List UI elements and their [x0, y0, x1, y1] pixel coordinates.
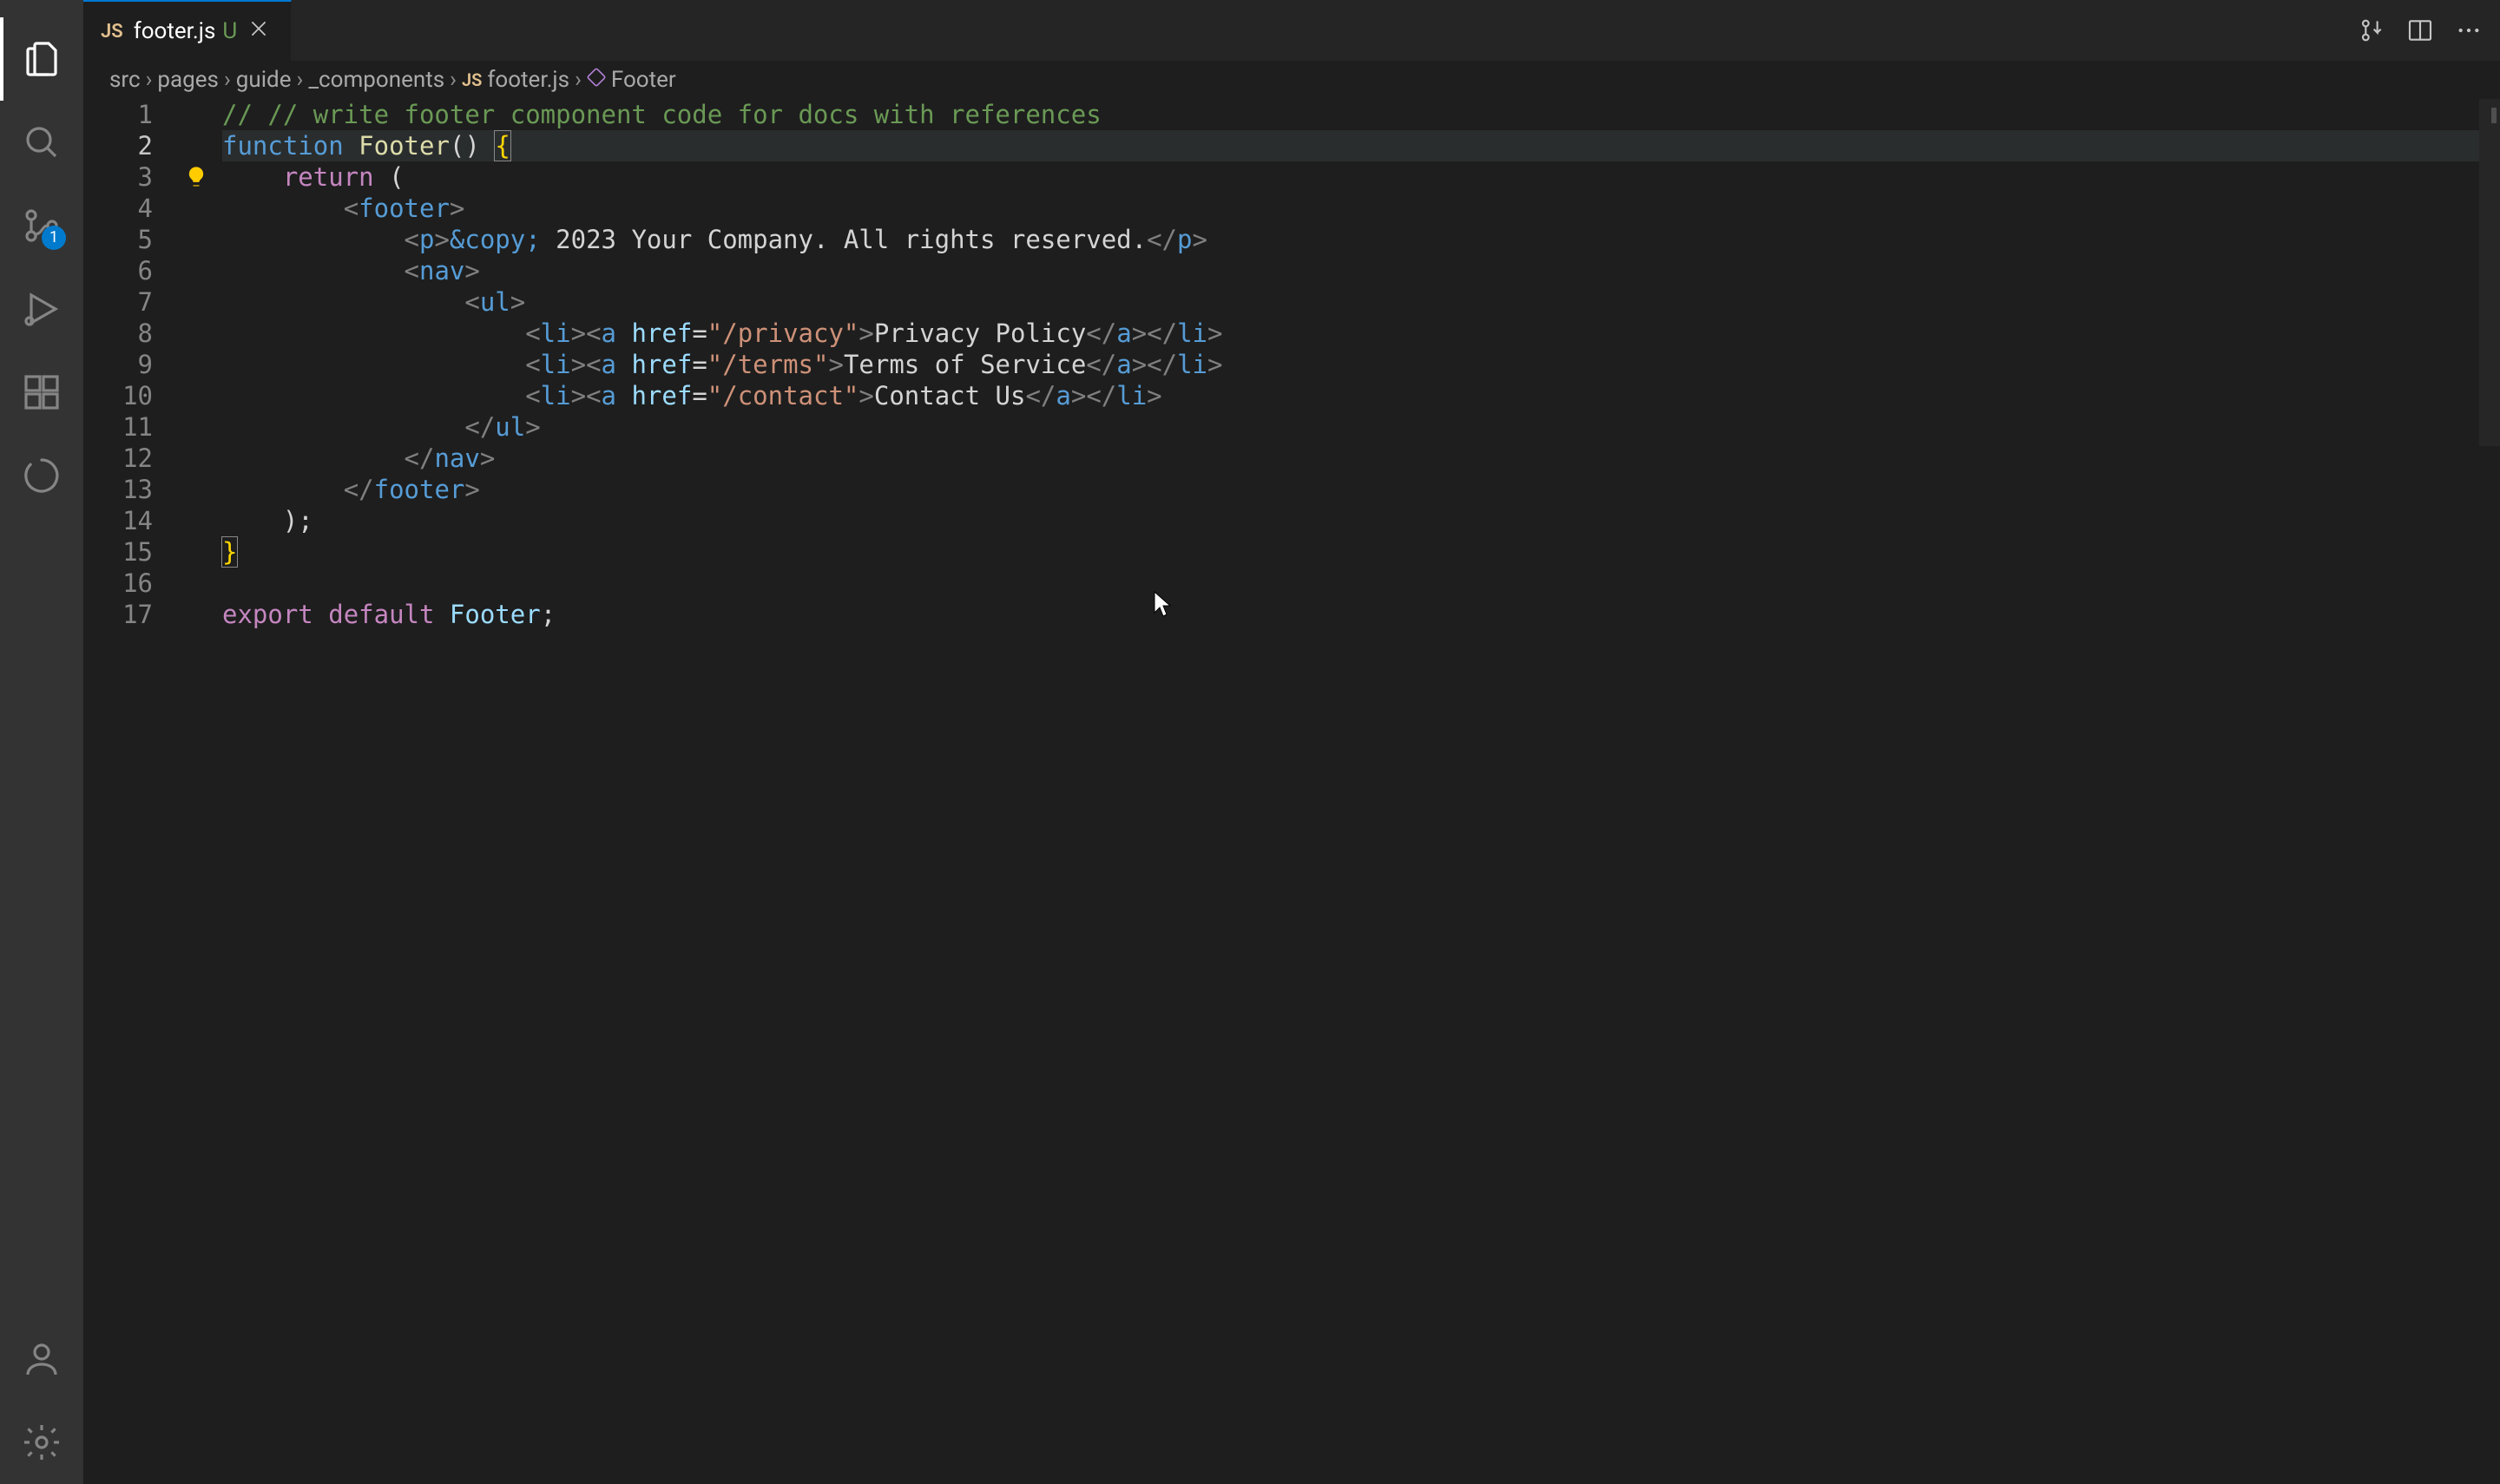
symbol-function-icon — [587, 67, 606, 93]
code-editor[interactable]: 1234567891011121314151617 // // write fo… — [83, 99, 2500, 1484]
lightbulb-icon[interactable] — [184, 165, 208, 189]
code-line[interactable]: <ul> — [222, 286, 2500, 318]
activity-search[interactable] — [0, 101, 83, 184]
code-line[interactable]: } — [222, 536, 2500, 568]
more-actions-button[interactable] — [2455, 16, 2483, 44]
line-number[interactable]: 3 — [83, 161, 153, 193]
activity-bar: 1 — [0, 0, 83, 1484]
code-line[interactable]: <li><a href="/contact">Contact Us</a></l… — [222, 380, 2500, 411]
glyph-margin — [179, 99, 222, 1484]
tab-close-button[interactable] — [247, 17, 270, 46]
breadcrumb-symbol[interactable]: Footer — [587, 67, 676, 93]
search-icon — [21, 121, 62, 163]
breadcrumb-guide[interactable]: guide — [236, 67, 292, 93]
activity-explorer[interactable] — [0, 17, 83, 101]
overview-ruler-mark — [2491, 108, 2497, 123]
line-number[interactable]: 13 — [83, 474, 153, 505]
activity-loading[interactable] — [0, 434, 83, 517]
tab-footer-js[interactable]: JS footer.js U — [83, 0, 292, 61]
code-line[interactable]: <nav> — [222, 255, 2500, 286]
breadcrumb-file[interactable]: JS footer.js — [462, 67, 569, 93]
code-line[interactable]: function Footer() { — [222, 130, 2500, 161]
line-number[interactable]: 16 — [83, 568, 153, 599]
tab-git-status: U — [222, 18, 237, 44]
line-number[interactable]: 2 — [83, 130, 153, 161]
chevron-right-icon: › — [450, 67, 457, 93]
line-number[interactable]: 7 — [83, 286, 153, 318]
activity-settings[interactable] — [0, 1401, 83, 1484]
line-number[interactable]: 12 — [83, 443, 153, 474]
line-number-gutter[interactable]: 1234567891011121314151617 — [83, 99, 179, 1484]
tabs-bar: JS footer.js U — [83, 0, 2500, 61]
activity-scm[interactable]: 1 — [0, 184, 83, 267]
code-line[interactable]: </nav> — [222, 443, 2500, 474]
breadcrumbs[interactable]: src › pages › guide › _components › JS f… — [83, 61, 2500, 99]
breadcrumb-pages[interactable]: pages — [157, 67, 219, 93]
code-line[interactable]: export default Footer; — [222, 599, 2500, 630]
breadcrumb-src[interactable]: src — [109, 67, 141, 93]
compare-icon — [2358, 16, 2385, 44]
account-icon — [21, 1338, 62, 1380]
line-number[interactable]: 1 — [83, 99, 153, 130]
code-line[interactable]: </footer> — [222, 474, 2500, 505]
breadcrumb-components[interactable]: _components — [308, 67, 444, 93]
line-number[interactable]: 8 — [83, 318, 153, 349]
code-line[interactable]: <p>&copy; 2023 Your Company. All rights … — [222, 224, 2500, 255]
js-file-icon: JS — [462, 69, 482, 90]
code-line[interactable]: <li><a href="/terms">Terms of Service</a… — [222, 349, 2500, 380]
tab-filename: footer.js — [134, 18, 216, 44]
line-number[interactable]: 15 — [83, 536, 153, 568]
activity-extensions[interactable] — [0, 351, 83, 434]
code-line[interactable]: ); — [222, 505, 2500, 536]
chevron-right-icon: › — [575, 67, 582, 93]
minimap[interactable] — [2479, 99, 2500, 1484]
close-icon — [247, 17, 270, 40]
code-line[interactable] — [222, 568, 2500, 599]
line-number[interactable]: 4 — [83, 193, 153, 224]
code-line[interactable]: <li><a href="/privacy">Privacy Policy</a… — [222, 318, 2500, 349]
run-debug-icon — [21, 288, 62, 330]
js-file-icon: JS — [101, 21, 123, 43]
gear-icon — [21, 1422, 62, 1463]
line-number[interactable]: 10 — [83, 380, 153, 411]
line-number[interactable]: 6 — [83, 255, 153, 286]
code-line[interactable]: <footer> — [222, 193, 2500, 224]
extensions-icon — [21, 371, 62, 413]
scm-badge: 1 — [42, 226, 66, 250]
code-content[interactable]: // // write footer component code for do… — [222, 99, 2500, 1484]
chevron-right-icon: › — [297, 67, 304, 93]
chevron-right-icon: › — [224, 67, 231, 93]
activity-run[interactable] — [0, 267, 83, 351]
split-editor-button[interactable] — [2406, 16, 2434, 44]
code-line[interactable]: // // write footer component code for do… — [222, 99, 2500, 130]
line-number[interactable]: 14 — [83, 505, 153, 536]
files-icon — [21, 38, 62, 80]
line-number[interactable]: 17 — [83, 599, 153, 630]
minimap-viewport[interactable] — [2479, 99, 2500, 446]
line-number[interactable]: 11 — [83, 411, 153, 443]
split-icon — [2406, 16, 2434, 44]
code-line[interactable]: </ul> — [222, 411, 2500, 443]
activity-account[interactable] — [0, 1317, 83, 1401]
line-number[interactable]: 5 — [83, 224, 153, 255]
spinner-icon — [21, 455, 62, 496]
code-line[interactable]: return ( — [222, 161, 2500, 193]
editor-actions — [2358, 0, 2500, 61]
line-number[interactable]: 9 — [83, 349, 153, 380]
chevron-right-icon: › — [146, 67, 153, 93]
editor-group: JS footer.js U src — [83, 0, 2500, 1484]
compare-changes-button[interactable] — [2358, 16, 2385, 44]
ellipsis-icon — [2455, 16, 2483, 44]
